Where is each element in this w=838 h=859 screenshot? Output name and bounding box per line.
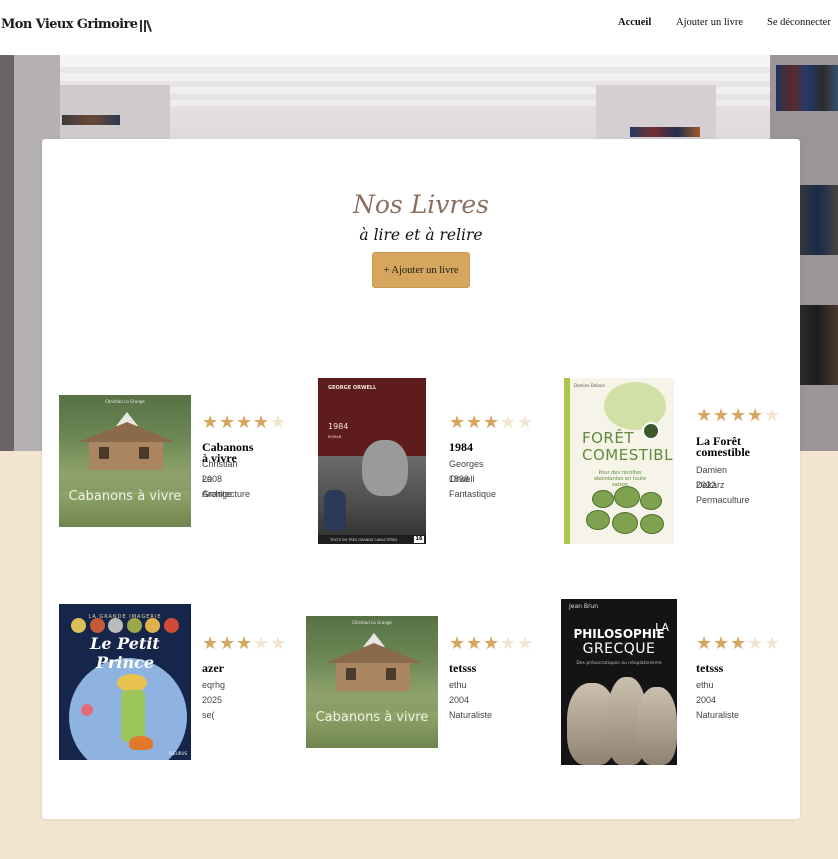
star-icon: ★	[449, 412, 466, 433]
rating-stars: ★ ★ ★ ★ ★	[696, 633, 781, 654]
cover-title: Cabanons à vivre	[315, 710, 429, 725]
star-empty-icon: ★	[764, 405, 781, 426]
star-icon: ★	[202, 412, 219, 433]
star-empty-icon: ★	[270, 412, 287, 433]
star-icon: ★	[713, 405, 730, 426]
book-author: ethu	[449, 680, 467, 690]
star-icon: ★	[483, 412, 500, 433]
rating-stars: ★ ★ ★ ★ ★	[696, 405, 781, 426]
star-icon: ★	[202, 633, 219, 654]
star-icon: ★	[219, 633, 236, 654]
star-empty-icon: ★	[764, 633, 781, 654]
book-title: tetsss	[449, 661, 477, 675]
star-empty-icon: ★	[517, 633, 534, 654]
cover-strip-text: TEXTE EN TRÈS GRANDS CARACTÈRES	[330, 538, 398, 542]
book-year: 2022	[696, 480, 717, 490]
star-icon: ★	[236, 633, 253, 654]
cover-title: 1984	[328, 422, 349, 431]
book-cover[interactable]: GEORGE ORWELL 1984 ROMAN TEXTE EN TRÈS G…	[318, 378, 426, 544]
cover-badge: 16	[414, 536, 424, 543]
book-year: 2025	[202, 695, 223, 705]
star-icon: ★	[730, 405, 747, 426]
page-subtitle: à lire et à relire	[359, 226, 483, 244]
star-icon: ★	[696, 633, 713, 654]
book-cover[interactable]: Damien Dekarz FORÊT COMESTIBLE Pour des r…	[564, 378, 674, 544]
star-icon: ★	[696, 405, 713, 426]
star-icon: ★	[466, 633, 483, 654]
book-cover[interactable]: LA GRANDE IMAGERIE Le Petit Prince FLEUR…	[59, 604, 191, 760]
book-year: 2008	[202, 474, 223, 484]
cover-title-1: FORÊT	[582, 429, 634, 447]
rating-stars: ★ ★ ★ ★ ★	[449, 412, 534, 433]
book-genre: Fantastique	[449, 489, 497, 499]
book-year: 1898	[449, 474, 470, 484]
star-icon: ★	[483, 633, 500, 654]
book-title: 1984	[449, 440, 473, 454]
nav-logout-link[interactable]: Se déconnecter	[767, 17, 831, 28]
cover-author: Christian La Grange	[105, 399, 145, 404]
logo-text: Mon Vieux Grimoire	[1, 17, 138, 32]
book-year: 2004	[449, 695, 470, 705]
rating-stars: ★ ★ ★ ★ ★	[202, 412, 287, 433]
book-year: 2004	[696, 695, 717, 705]
site-header: Mon Vieux Grimoire Accueil Ajouter un li…	[0, 0, 838, 55]
star-icon: ★	[730, 633, 747, 654]
book-cover[interactable]: Christian La Grange Cabanons à vivre	[306, 616, 438, 748]
book-author: ethu	[696, 680, 714, 690]
rating-stars: ★ ★ ★ ★ ★	[449, 633, 534, 654]
books-icon	[139, 18, 153, 32]
book-title: azer	[202, 661, 224, 675]
star-empty-icon: ★	[517, 412, 534, 433]
site-logo[interactable]: Mon Vieux Grimoire	[1, 17, 153, 32]
page-title: Nos Livres	[353, 190, 489, 219]
cover-title-1: PHILOSOPHIE	[573, 627, 665, 641]
book-author: eqrhg	[202, 680, 226, 690]
book-title: La Forêt comestible	[696, 434, 750, 459]
cover-title-2: COMESTIBLE	[582, 446, 674, 464]
nav-home-link[interactable]: Accueil	[618, 17, 651, 28]
star-empty-icon: ★	[500, 412, 517, 433]
star-icon: ★	[713, 633, 730, 654]
star-icon: ★	[747, 405, 764, 426]
cover-author: Jean Brun	[569, 603, 599, 610]
cover-genre: ROMAN	[328, 435, 342, 439]
cover-subtitle: Pour des récoltes abondantes en toute sa…	[593, 470, 647, 488]
star-icon: ★	[253, 412, 270, 433]
rating-stars: ★ ★ ★ ★ ★	[202, 633, 287, 654]
star-empty-icon: ★	[253, 633, 270, 654]
book-cover[interactable]: Christian La Grange Cabanons à vivre	[59, 395, 191, 527]
star-icon: ★	[236, 412, 253, 433]
book-title: tetsss	[696, 661, 724, 675]
book-cover[interactable]: Jean Brun LA PHILOSOPHIE GRECQUE Des pré…	[561, 599, 677, 765]
cover-title: Le Petit Prince	[90, 634, 160, 672]
star-icon: ★	[466, 412, 483, 433]
cover-author: Damien Dekarz	[574, 383, 605, 388]
cover-author: Christian La Grange	[352, 620, 392, 625]
nav-add-book-link[interactable]: Ajouter un livre	[676, 17, 743, 28]
cover-title: Cabanons à vivre	[68, 489, 182, 504]
star-icon: ★	[449, 633, 466, 654]
add-book-button[interactable]: + Ajouter un livre	[372, 252, 470, 288]
star-icon: ★	[219, 412, 236, 433]
book-genre: Naturaliste	[696, 710, 740, 720]
book-genre: Permaculture	[696, 495, 750, 505]
cover-subtitle: Des présocratiques au néoplatonisme	[576, 661, 662, 666]
cover-brand: FLEURUS	[168, 751, 187, 756]
book-genre: Naturaliste	[449, 710, 493, 720]
book-genre: se(	[202, 710, 215, 720]
star-empty-icon: ★	[270, 633, 287, 654]
star-empty-icon: ★	[747, 633, 764, 654]
book-genre: Architecture	[202, 489, 251, 499]
cover-author: GEORGE ORWELL	[328, 385, 377, 391]
cover-title-2: GRECQUE	[582, 641, 656, 657]
star-empty-icon: ★	[500, 633, 517, 654]
